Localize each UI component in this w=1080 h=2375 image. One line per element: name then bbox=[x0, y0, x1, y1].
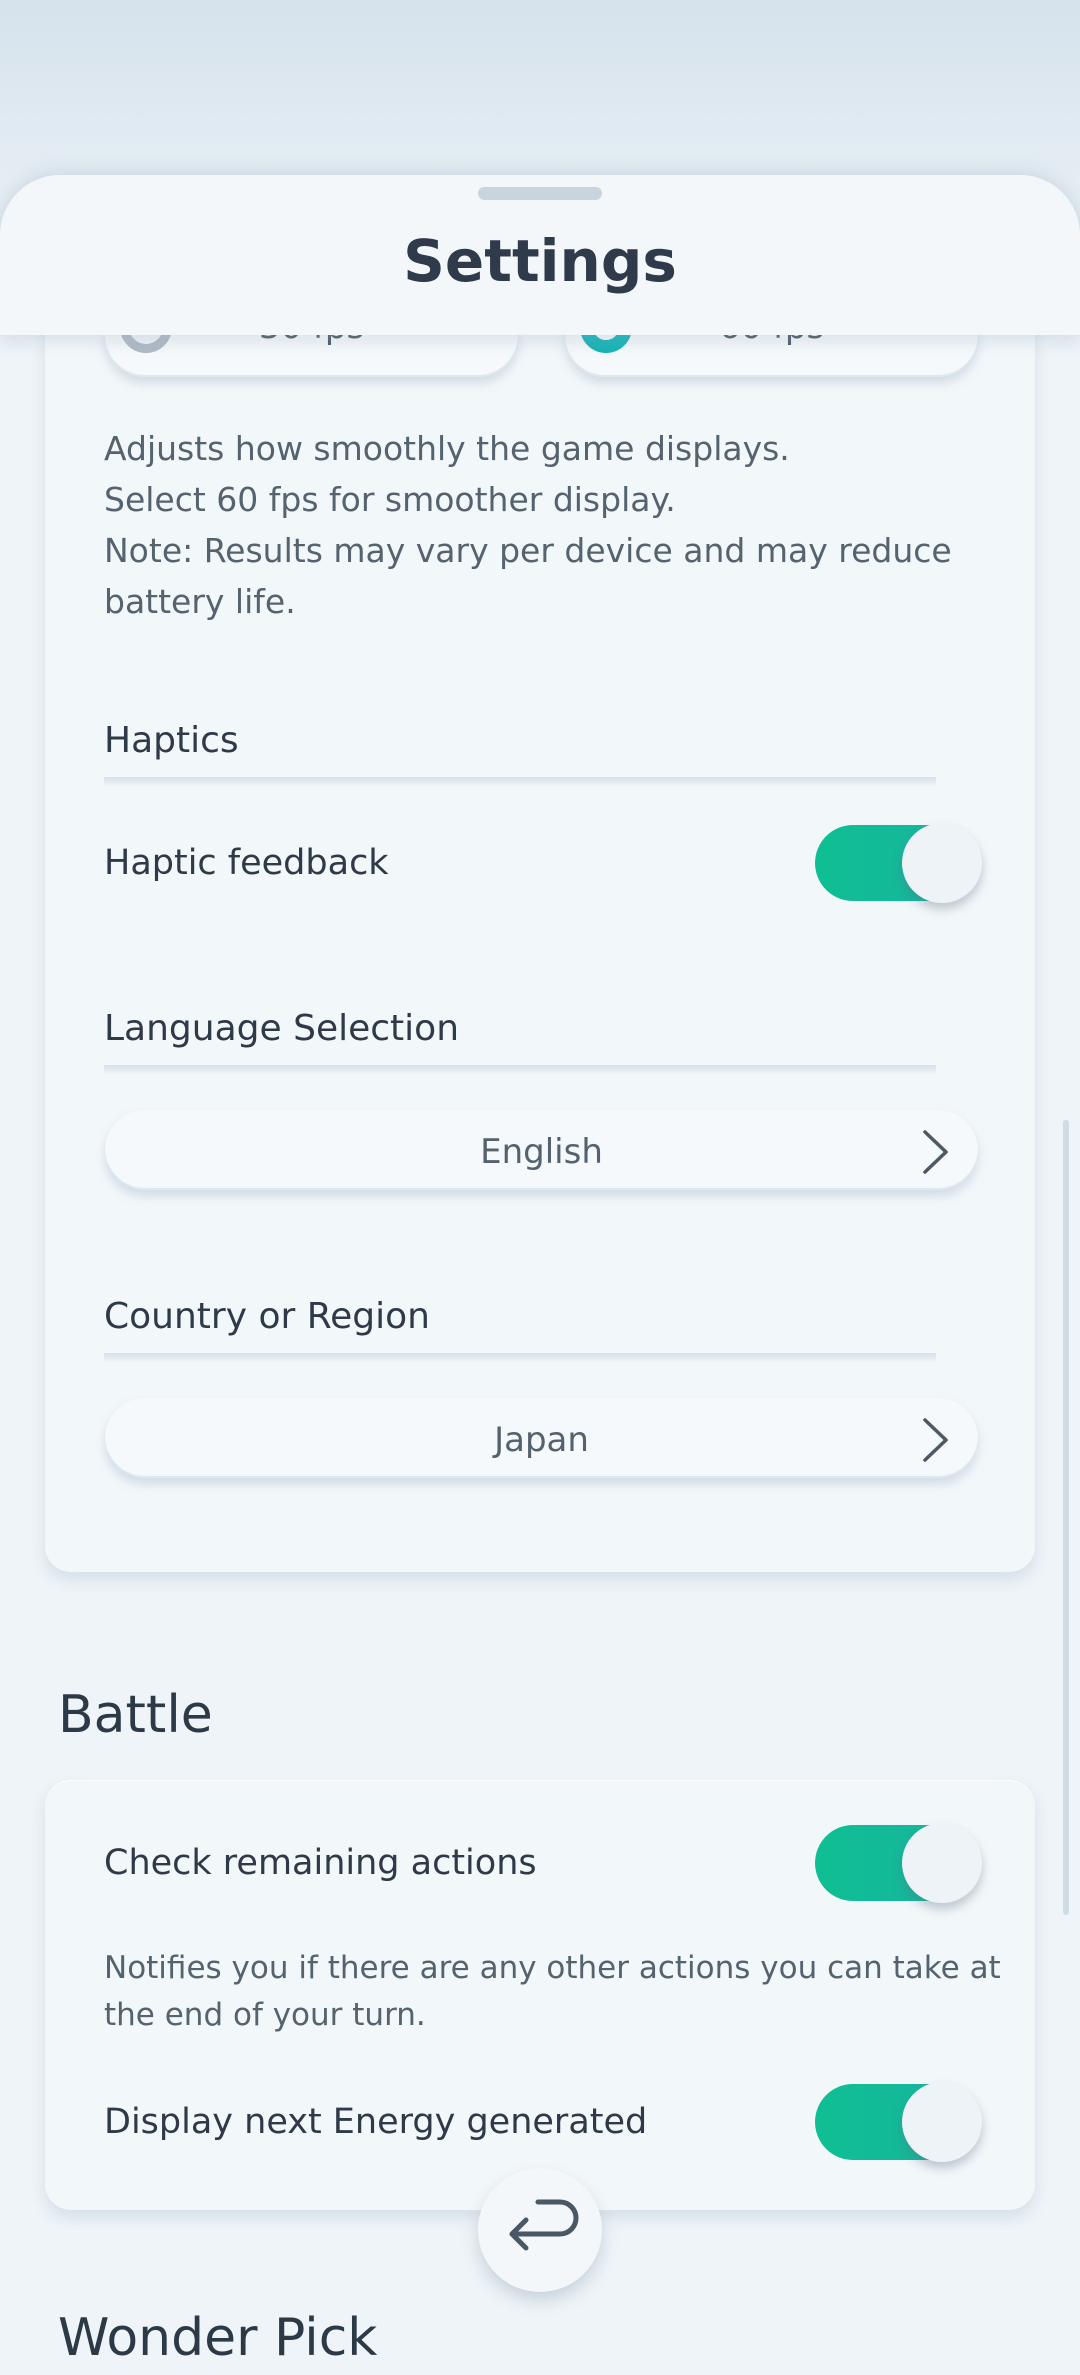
language-value: English bbox=[480, 1132, 603, 1172]
scrollbar[interactable] bbox=[1063, 1120, 1069, 1915]
region-heading: Country or Region bbox=[104, 1296, 430, 1337]
check-actions-description-line-2: the end of your turn. bbox=[104, 1997, 426, 2033]
settings-header: Settings bbox=[0, 175, 1080, 335]
display-next-energy-toggle[interactable] bbox=[815, 2082, 982, 2162]
chevron-right-icon bbox=[923, 1418, 948, 1462]
language-divider bbox=[104, 1065, 936, 1075]
fps-description-line-2: Select 60 fps for smoother display. bbox=[104, 480, 676, 519]
toggle-knob bbox=[902, 1823, 982, 1903]
battle-section-title: Battle bbox=[58, 1685, 213, 1745]
check-remaining-actions-label: Check remaining actions bbox=[104, 1843, 537, 1883]
haptic-feedback-toggle[interactable] bbox=[815, 823, 982, 903]
haptic-feedback-label: Haptic feedback bbox=[104, 843, 389, 883]
toggle-knob bbox=[902, 2082, 982, 2162]
fps-description-line-1: Adjusts how smoothly the game displays. bbox=[104, 429, 790, 468]
chevron-right-icon bbox=[923, 1130, 948, 1174]
page-title: Settings bbox=[403, 227, 677, 295]
return-arrow-icon bbox=[509, 2199, 579, 2251]
language-select[interactable]: English bbox=[105, 1110, 978, 1190]
toggle-knob bbox=[902, 823, 982, 903]
region-select[interactable]: Japan bbox=[105, 1398, 978, 1478]
language-heading: Language Selection bbox=[104, 1008, 460, 1049]
haptics-divider bbox=[104, 777, 936, 787]
back-button[interactable] bbox=[478, 2168, 602, 2292]
region-value: Japan bbox=[494, 1420, 589, 1460]
fps-description-line-3: Note: Results may vary per device and ma… bbox=[104, 531, 952, 570]
check-remaining-actions-toggle[interactable] bbox=[815, 1823, 982, 1903]
haptics-heading: Haptics bbox=[104, 720, 239, 761]
wonder-pick-section-title: Wonder Pick bbox=[58, 2308, 378, 2368]
display-next-energy-label: Display next Energy generated bbox=[104, 2102, 648, 2142]
region-divider bbox=[104, 1353, 936, 1363]
check-actions-description-line-1: Notifies you if there are any other acti… bbox=[104, 1950, 1001, 1986]
fps-description-line-4: battery life. bbox=[104, 582, 296, 621]
settings-sheet: 30 fps 60 fps Adjusts how smoothly the g… bbox=[0, 175, 1080, 2375]
sheet-drag-handle[interactable] bbox=[478, 187, 602, 200]
